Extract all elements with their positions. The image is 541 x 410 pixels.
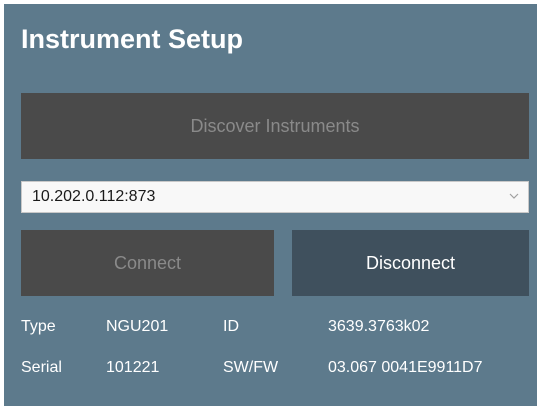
instrument-address-select[interactable]: 10.202.0.112:873 xyxy=(21,181,529,213)
panel-title: Instrument Setup xyxy=(21,24,244,54)
type-value: NGU201 xyxy=(106,318,169,335)
instrument-setup-panel: Instrument Setup Discover Instruments 10… xyxy=(4,4,537,406)
disconnect-button[interactable]: Disconnect xyxy=(292,230,529,296)
connect-button[interactable]: Connect xyxy=(21,230,274,296)
serial-label: Serial xyxy=(21,359,62,376)
swfw-label: SW/FW xyxy=(223,359,279,376)
chevron-down-icon[interactable] xyxy=(508,190,520,202)
type-label: Type xyxy=(21,318,56,335)
serial-value: 101221 xyxy=(106,359,160,376)
id-label: ID xyxy=(223,318,239,335)
swfw-value: 03.067 0041E9911D7 xyxy=(328,359,483,376)
id-value: 3639.3763k02 xyxy=(328,318,430,335)
instrument-address-value: 10.202.0.112:873 xyxy=(32,188,156,205)
discover-instruments-button[interactable]: Discover Instruments xyxy=(21,93,529,159)
